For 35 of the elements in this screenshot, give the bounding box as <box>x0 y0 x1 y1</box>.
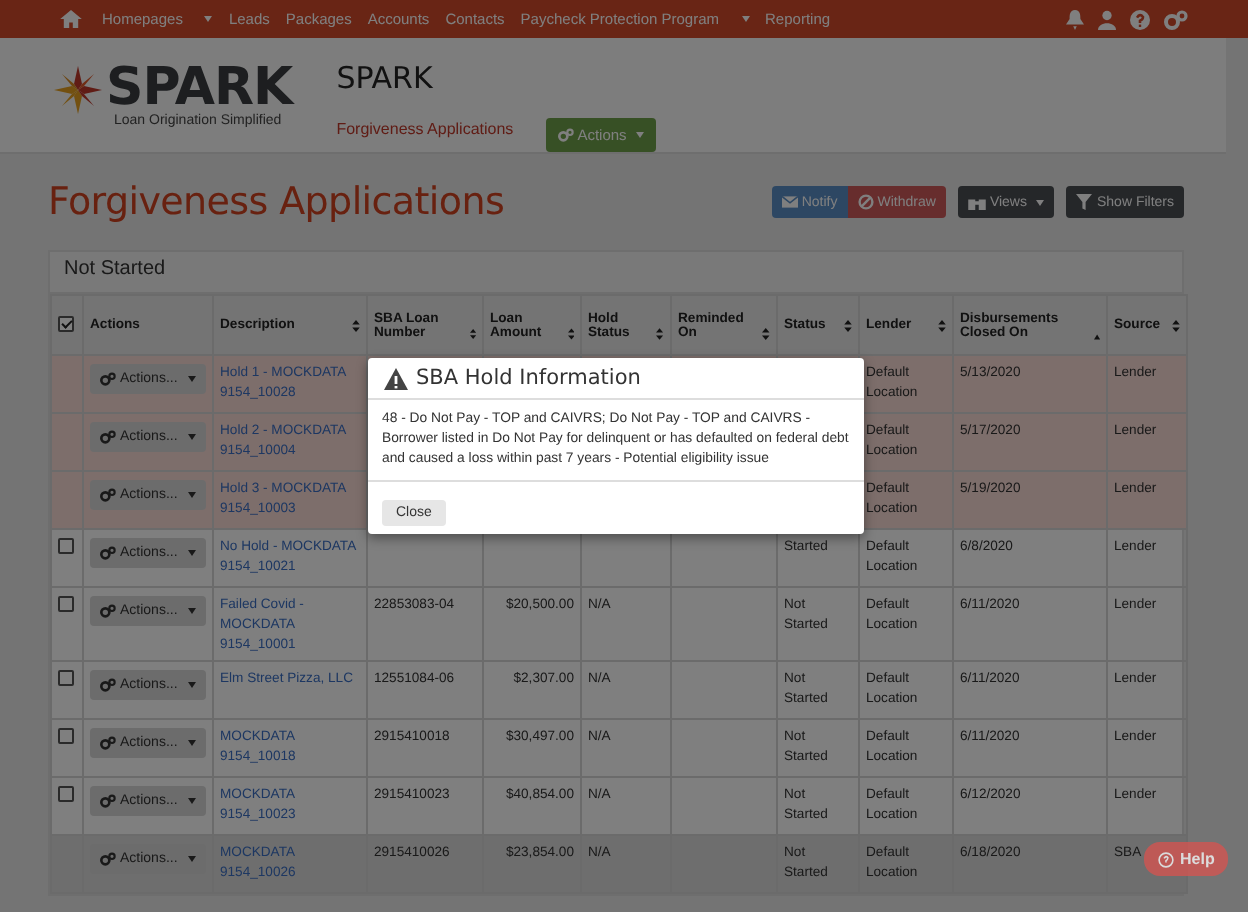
filter-icon <box>1076 194 1093 210</box>
envelope-icon <box>781 196 798 208</box>
page-title: Forgiveness Applications <box>48 180 505 224</box>
row-checkbox[interactable] <box>58 596 74 612</box>
logo-wordmark: SPARK <box>106 62 293 114</box>
app-title: SPARK <box>336 60 435 96</box>
dialog-title: SBA Hold Information <box>416 366 641 390</box>
bell-icon[interactable] <box>1066 9 1084 29</box>
ban-icon <box>857 194 874 210</box>
gears-icon[interactable] <box>1164 9 1188 29</box>
gears-icon <box>100 546 116 560</box>
row-checkbox[interactable] <box>58 728 74 744</box>
warning-icon <box>384 367 408 389</box>
select-all-checkbox[interactable] <box>58 315 74 331</box>
gears-icon <box>100 604 116 618</box>
gears-icon <box>100 736 116 750</box>
row-checkbox[interactable] <box>58 538 74 554</box>
row-checkbox[interactable] <box>58 670 74 686</box>
gears-icon <box>100 372 116 386</box>
star-logo-icon <box>54 65 102 113</box>
row-checkbox[interactable] <box>58 786 74 802</box>
gears-icon <box>100 678 116 692</box>
gears-icon <box>100 794 116 808</box>
panel-title: Not Started <box>50 252 1182 294</box>
help-icon[interactable] <box>1130 9 1150 29</box>
gears-icon <box>100 488 116 502</box>
breadcrumb-link[interactable]: Forgiveness Applications <box>336 120 514 138</box>
binoculars-icon <box>967 195 986 209</box>
help-icon <box>1158 851 1174 867</box>
home-icon[interactable] <box>60 10 82 28</box>
gears-icon <box>100 430 116 444</box>
gears-icon <box>557 128 574 142</box>
gears-icon <box>100 852 116 866</box>
help-button[interactable]: Help <box>1144 842 1229 876</box>
user-icon[interactable] <box>1098 9 1116 29</box>
